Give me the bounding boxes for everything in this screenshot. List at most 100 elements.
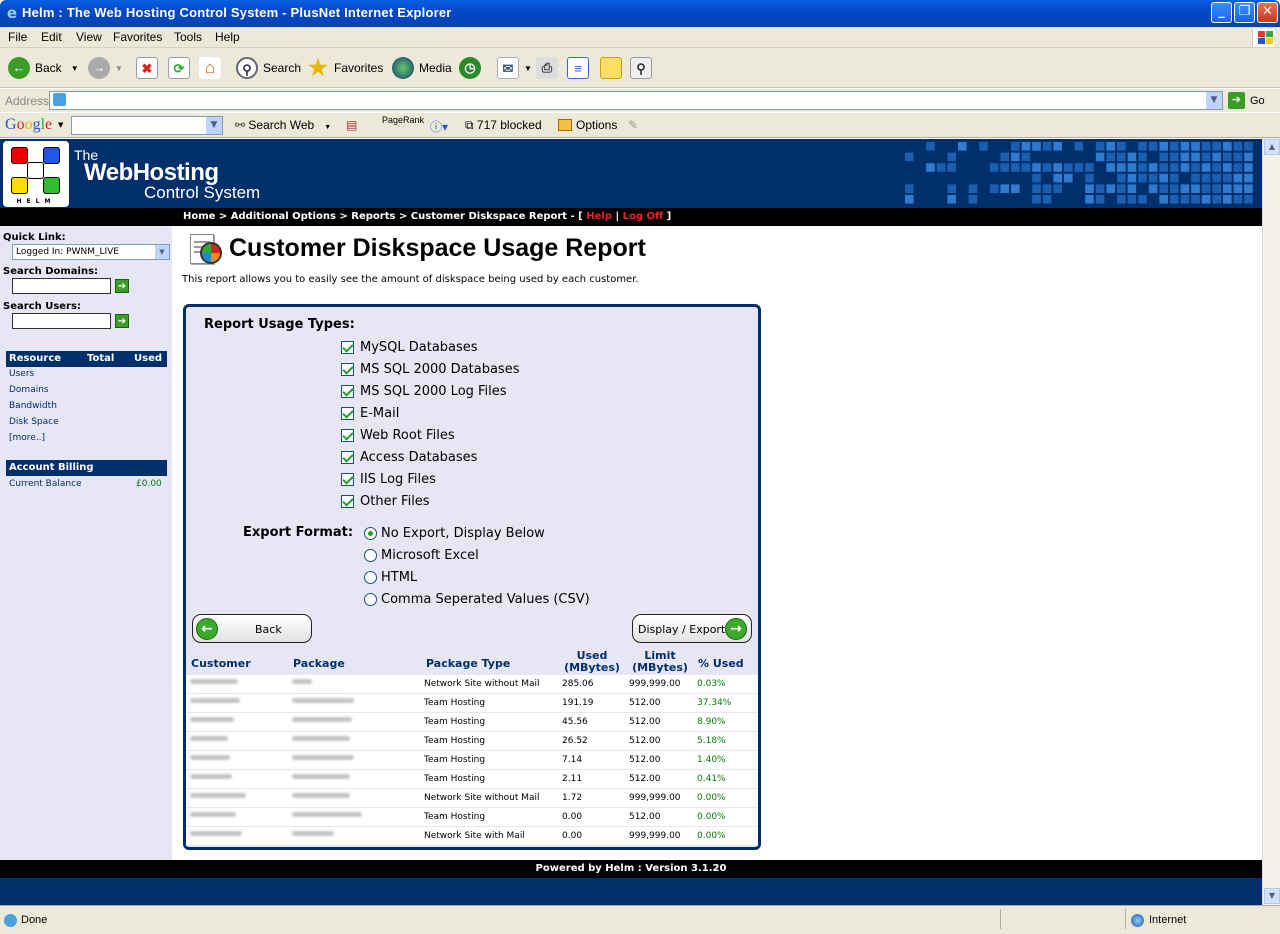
search-users-input[interactable]	[12, 313, 111, 329]
pct-used-cell: 0.00%	[697, 831, 726, 841]
checkbox-icon[interactable]	[341, 341, 354, 354]
current-balance-label[interactable]: Current Balance	[9, 479, 82, 489]
usage-type-checkbox[interactable]: MySQL Databases	[341, 340, 478, 355]
page-icon	[53, 93, 66, 106]
limit-cell: 999,999.00	[629, 831, 681, 841]
usage-type-checkbox[interactable]: IIS Log Files	[341, 472, 436, 487]
popup-blocker-button[interactable]: ⧉ 717 blocked	[465, 118, 542, 133]
package-cell-redacted	[292, 831, 334, 836]
address-dropdown-icon[interactable]: ▼	[1206, 92, 1222, 109]
breadcrumb-path[interactable]: Home > Additional Options > Reports > Cu…	[183, 211, 583, 222]
search-domains-go-button[interactable]: ➔	[115, 279, 129, 293]
usage-type-checkbox[interactable]: MS SQL 2000 Databases	[341, 362, 519, 377]
research-button[interactable]: ⚲	[630, 56, 657, 80]
menu-view[interactable]: View	[76, 30, 102, 44]
favorites-button[interactable]: ★ Favorites	[307, 56, 383, 80]
title-bar[interactable]: e Helm : The Web Hosting Control System …	[0, 0, 1280, 27]
highlighter-icon[interactable]: ✎	[628, 118, 638, 132]
help-link[interactable]: Help	[586, 211, 612, 222]
usage-type-checkbox[interactable]: Web Root Files	[341, 428, 455, 443]
back-dropdown-icon[interactable]: ▼	[71, 64, 79, 73]
go-button[interactable]: ➔ Go	[1228, 92, 1265, 109]
google-search-input[interactable]: ▼	[71, 116, 223, 135]
mail-dropdown-icon[interactable]: ▼	[524, 64, 532, 73]
back-nav-button[interactable]: ← Back	[192, 614, 312, 643]
history-button[interactable]: ◷	[459, 56, 486, 80]
media-button[interactable]: Media	[392, 56, 452, 80]
stop-button[interactable]: ✖	[136, 56, 163, 80]
checkbox-icon[interactable]	[341, 407, 354, 420]
usage-type-checkbox[interactable]: E-Mail	[341, 406, 399, 421]
discuss-button[interactable]	[600, 56, 627, 80]
search-web-button[interactable]: ⚯ Search Web ▼	[235, 118, 331, 132]
usage-type-checkbox[interactable]: Other Files	[341, 494, 430, 509]
forward-button[interactable]: → ▼	[88, 56, 123, 80]
resource-link-users[interactable]: Users	[9, 369, 34, 379]
menu-tools[interactable]: Tools	[174, 30, 202, 44]
footer-text: Powered by Helm : Version 3.1.20	[535, 863, 727, 874]
menu-help[interactable]: Help	[215, 30, 240, 44]
menu-favorites[interactable]: Favorites	[113, 30, 162, 44]
usage-type-checkbox[interactable]: Access Databases	[341, 450, 477, 465]
resource-link-disk-space[interactable]: Disk Space	[9, 417, 59, 427]
checkbox-icon[interactable]	[341, 451, 354, 464]
info-icon[interactable]: ⓘ▾	[430, 118, 448, 135]
checkbox-icon[interactable]	[341, 495, 354, 508]
checkbox-icon[interactable]	[341, 385, 354, 398]
logoff-link[interactable]: Log Off	[623, 211, 663, 222]
search-web-dropdown-icon: ▼	[324, 124, 332, 131]
resource-link-bandwidth[interactable]: Bandwidth	[9, 401, 57, 411]
edit-button[interactable]: ≡	[567, 56, 594, 80]
export-format-radio[interactable]: Comma Seperated Values (CSV)	[364, 592, 590, 607]
google-menu-icon[interactable]: ▼	[58, 121, 63, 129]
pct-used-cell: 5.18%	[697, 736, 726, 746]
print-button[interactable]: ⎙	[536, 56, 563, 80]
close-button[interactable]: ✕	[1257, 2, 1278, 23]
resource-link-more[interactable]: [more..]	[9, 433, 45, 443]
scroll-up-icon[interactable]: ▲	[1264, 139, 1280, 155]
search-domains-input[interactable]	[12, 278, 111, 294]
export-format-radio[interactable]: HTML	[364, 570, 417, 585]
back-button[interactable]: ← Back ▼	[8, 56, 79, 80]
search-button[interactable]: ⚲ Search	[236, 56, 301, 80]
customer-cell-redacted	[190, 755, 230, 760]
forward-dropdown-icon[interactable]: ▼	[115, 64, 123, 73]
display-export-button[interactable]: Display / Export →	[632, 614, 752, 643]
scroll-down-icon[interactable]: ▼	[1264, 888, 1280, 904]
refresh-button[interactable]: ⟳	[168, 56, 195, 80]
news-icon[interactable]: ▤	[346, 118, 357, 132]
table-row: Team Hosting 7.14 512.00 1.40%	[186, 751, 758, 770]
options-button[interactable]: Options	[558, 118, 617, 132]
resource-link-domains[interactable]: Domains	[9, 385, 49, 395]
radio-icon[interactable]	[364, 527, 377, 540]
helm-logo[interactable]: HELM	[3, 141, 69, 207]
mail-button[interactable]: ✉ ▼	[497, 56, 532, 80]
checkbox-icon[interactable]	[341, 473, 354, 486]
package-cell-redacted	[292, 812, 362, 817]
usage-type-checkbox[interactable]: MS SQL 2000 Log Files	[341, 384, 507, 399]
sidebar: Quick Link: Logged In: PWNM_LIVE ▼ Searc…	[0, 226, 172, 860]
vertical-scrollbar[interactable]: ▲ ▼	[1262, 138, 1280, 905]
menu-file[interactable]: File	[8, 30, 27, 44]
ie-icon: e	[6, 4, 18, 22]
radio-icon[interactable]	[364, 571, 377, 584]
quick-link-select[interactable]: Logged In: PWNM_LIVE ▼	[12, 244, 170, 260]
maximize-button[interactable]: ❐	[1234, 2, 1255, 23]
address-input[interactable]: ▼	[49, 91, 1223, 110]
checkbox-icon[interactable]	[341, 429, 354, 442]
menu-edit[interactable]: Edit	[41, 30, 62, 44]
checkbox-icon[interactable]	[341, 363, 354, 376]
search-users-go-button[interactable]: ➔	[115, 314, 129, 328]
header-pixel-pattern	[905, 142, 1253, 204]
google-logo[interactable]: Google	[5, 116, 52, 134]
page-title: Customer Diskspace Usage Report	[229, 234, 646, 262]
minimize-button[interactable]: _	[1211, 2, 1232, 23]
window-title: Helm : The Web Hosting Control System - …	[22, 5, 452, 20]
toolbar: ← Back ▼ → ▼ ✖ ⟳ ⌂ ⚲ Search ★ Favorites …	[0, 48, 1280, 88]
home-button[interactable]: ⌂	[199, 56, 226, 80]
radio-icon[interactable]	[364, 593, 377, 606]
google-search-dropdown-icon[interactable]: ▼	[206, 117, 222, 134]
radio-icon[interactable]	[364, 549, 377, 562]
export-format-radio[interactable]: No Export, Display Below	[364, 526, 545, 541]
export-format-radio[interactable]: Microsoft Excel	[364, 548, 479, 563]
